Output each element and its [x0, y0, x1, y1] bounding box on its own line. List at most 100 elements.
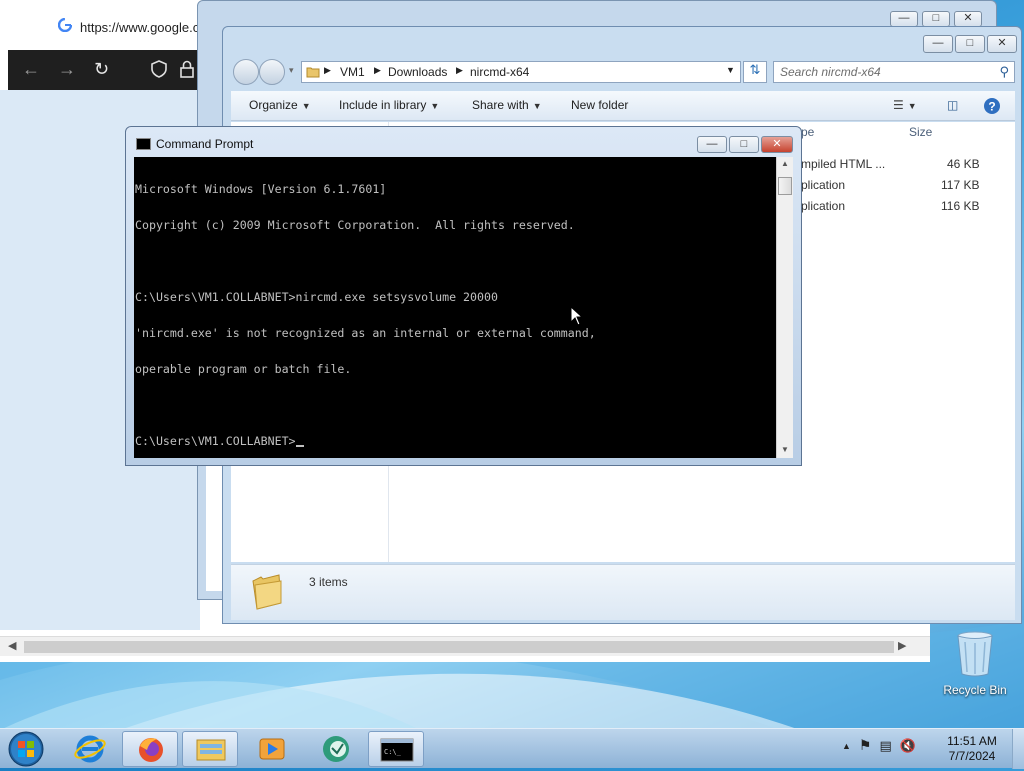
column-header-size[interactable]: Size — [909, 125, 932, 139]
command-prompt-icon — [136, 138, 151, 150]
recycle-bin[interactable]: Recycle Bin — [940, 630, 1010, 697]
maximize-button[interactable]: □ — [922, 11, 950, 27]
address-bar[interactable]: ▶ VM1 ▶ Downloads ▶ nircmd-x64 ▼ — [301, 61, 741, 83]
svg-text:C:\_: C:\_ — [384, 748, 402, 756]
breadcrumb-item-nircmd-x64[interactable]: nircmd-x64 — [470, 65, 529, 79]
command-prompt-icon: C:\_ — [380, 738, 414, 762]
file-type: mpiled HTML ... — [801, 157, 886, 171]
scrollbar-thumb[interactable] — [24, 641, 894, 653]
taskbar-firefox[interactable] — [122, 731, 178, 767]
address-dropdown-icon[interactable]: ▼ — [726, 65, 735, 75]
lock-icon[interactable] — [180, 60, 194, 78]
back-icon[interactable]: ← — [22, 59, 40, 80]
explorer-nav-row: ▾ ▶ VM1 ▶ Downloads ▶ nircmd-x64 ▼ ⇅ Sea… — [231, 57, 1015, 87]
breadcrumb-separator-icon[interactable]: ▶ — [324, 65, 331, 76]
console-prompt-line[interactable]: C:\Users\VM1.COLLABNET> — [135, 435, 775, 447]
taskbar-internet-explorer[interactable] — [62, 731, 118, 767]
console-output[interactable]: Microsoft Windows [Version 6.1.7601] Cop… — [134, 157, 776, 458]
item-count: 3 items — [309, 575, 348, 589]
column-header-type[interactable]: pe — [801, 125, 814, 139]
shield-icon[interactable] — [151, 60, 167, 78]
search-icon[interactable]: ⚲ — [999, 64, 1009, 80]
forward-icon[interactable]: → — [58, 59, 76, 80]
taskbar-windows-explorer[interactable] — [182, 731, 238, 767]
refresh-button[interactable]: ⇅ — [743, 61, 767, 83]
start-button-icon[interactable] — [4, 730, 48, 768]
vertical-scrollbar[interactable]: ▲ ▼ — [776, 157, 793, 458]
system-clock[interactable]: 11:51 AM 7/7/2024 — [940, 734, 1004, 764]
breadcrumb-item-vm1[interactable]: VM1 — [340, 65, 365, 79]
file-size: 46 KB — [947, 157, 980, 171]
scroll-left-icon[interactable]: ◀ — [8, 639, 16, 652]
taskbar-chat-app[interactable] — [308, 731, 364, 767]
breadcrumb-separator-icon[interactable]: ▶ — [374, 65, 381, 76]
file-row[interactable]: mpiled HTML ... — [801, 157, 885, 171]
taskbar-command-prompt[interactable]: C:\_ — [368, 731, 424, 767]
window-title: Command Prompt — [156, 137, 254, 151]
scrollbar-thumb[interactable] — [778, 177, 792, 195]
breadcrumb-item-downloads[interactable]: Downloads — [388, 65, 447, 79]
recycle-bin-icon — [957, 631, 993, 677]
minimize-button[interactable]: — — [923, 35, 953, 53]
file-type: plication — [801, 199, 846, 213]
share-with-menu[interactable]: Share with ▼ — [472, 98, 542, 112]
firefox-icon — [139, 738, 163, 762]
search-input[interactable]: Search nircmd-x64 — [780, 65, 881, 79]
back-button[interactable] — [233, 59, 259, 85]
network-icon[interactable]: ▤ — [879, 738, 891, 754]
include-in-library-menu[interactable]: Include in library ▼ — [339, 98, 439, 112]
organize-menu[interactable]: Organize ▼ — [249, 98, 311, 112]
maximize-button[interactable]: □ — [729, 136, 759, 153]
chat-app-icon — [323, 736, 349, 762]
file-size: 117 KB — [941, 178, 980, 192]
back-window-caption-buttons: — □ ✕ — [890, 11, 982, 27]
show-desktop-button[interactable] — [1012, 729, 1024, 769]
internet-explorer-icon — [74, 735, 106, 763]
scroll-up-icon[interactable]: ▲ — [781, 159, 789, 168]
change-view-icon[interactable]: ☰ ▼ — [893, 98, 917, 112]
file-type: plication — [801, 178, 846, 192]
scroll-down-icon[interactable]: ▼ — [781, 445, 789, 454]
close-button[interactable]: ✕ — [954, 11, 982, 27]
action-center-flag-icon[interactable]: ⚑ — [859, 737, 872, 754]
breadcrumb-separator-icon[interactable]: ▶ — [456, 65, 463, 76]
maximize-button[interactable]: □ — [955, 35, 985, 53]
clock-time: 11:51 AM — [947, 734, 997, 748]
show-hidden-icons-icon[interactable]: ▲ — [842, 741, 851, 751]
address-bar-url[interactable]: https://www.google.c — [80, 20, 199, 35]
close-button[interactable]: ✕ — [761, 136, 793, 153]
taskbar-media-player[interactable] — [244, 731, 300, 767]
google-icon — [58, 18, 72, 32]
notification-area: ▲ ⚑ ▤ 🔇 — [842, 737, 916, 754]
taskbar: C:\_ ▲ ⚑ ▤ 🔇 11:51 AM 7/7/2024 — [0, 728, 1024, 769]
details-pane: 3 items — [231, 564, 1015, 620]
reload-icon[interactable]: ↻ — [94, 59, 109, 80]
scroll-right-icon[interactable]: ▶ — [898, 639, 906, 652]
minimize-button[interactable]: — — [890, 11, 918, 27]
file-row[interactable]: plication — [801, 178, 845, 192]
minimize-button[interactable]: — — [697, 136, 727, 153]
console-line: Copyright (c) 2009 Microsoft Corporation… — [135, 218, 575, 232]
folder-icon — [252, 574, 282, 610]
close-button[interactable]: ✕ — [987, 35, 1017, 53]
command-prompt-window: Command Prompt — □ ✕ Microsoft Windows [… — [125, 126, 802, 466]
recent-pages-icon[interactable]: ▾ — [289, 65, 294, 76]
preview-pane-icon[interactable]: ◫ — [947, 98, 958, 112]
console-line: C:\Users\VM1.COLLABNET>nircmd.exe setsys… — [135, 290, 498, 304]
text-cursor — [295, 445, 304, 447]
volume-muted-icon[interactable]: 🔇 — [900, 738, 916, 754]
console-line: Microsoft Windows [Version 6.1.7601] — [135, 182, 387, 196]
recycle-bin-label: Recycle Bin — [943, 683, 1007, 697]
mouse-cursor-icon — [570, 306, 584, 326]
search-box[interactable]: Search nircmd-x64 ⚲ — [773, 61, 1015, 83]
new-folder-button[interactable]: New folder — [571, 98, 628, 112]
file-row[interactable]: plication — [801, 199, 845, 213]
windows-explorer-icon — [196, 739, 226, 761]
forward-button[interactable] — [259, 59, 285, 85]
horizontal-scrollbar[interactable]: ◀ ▶ — [0, 636, 930, 656]
clock-date: 7/7/2024 — [948, 749, 996, 763]
browser-toolbar: ← → ↻ — [8, 50, 208, 90]
file-size: 116 KB — [941, 199, 980, 213]
help-icon[interactable]: ? — [983, 97, 1001, 115]
